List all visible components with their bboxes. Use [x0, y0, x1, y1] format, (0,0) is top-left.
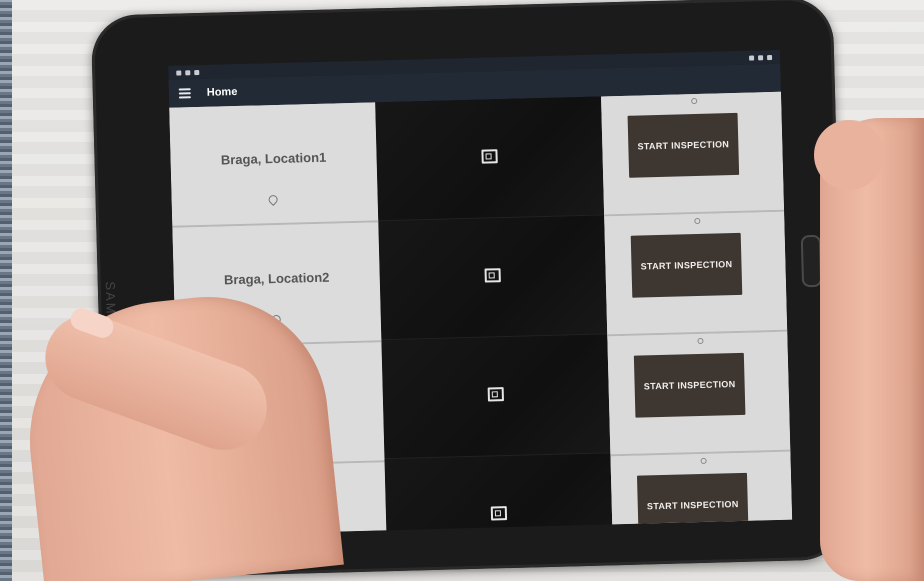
location-card[interactable]: Braga, Location1 — [169, 102, 379, 228]
image-placeholder[interactable] — [381, 334, 611, 460]
start-inspection-button[interactable]: START INSPECTION — [630, 232, 743, 298]
image-column — [375, 96, 614, 536]
right-finger — [814, 120, 884, 190]
notification-icon — [176, 69, 182, 76]
image-placeholder[interactable] — [378, 215, 608, 341]
image-icon — [487, 387, 504, 402]
start-inspection-button[interactable]: START INSPECTION — [633, 352, 746, 418]
location-pin-icon — [266, 193, 279, 206]
image-icon — [490, 506, 508, 521]
play-icon — [194, 69, 200, 75]
page-title: Home — [206, 85, 238, 99]
start-inspection-button[interactable]: START INSPECTION — [627, 112, 740, 178]
blurred-left-edge — [0, 0, 12, 581]
inspection-column: START INSPECTION START INSPECTION START … — [601, 91, 793, 536]
hamburger-menu-icon[interactable] — [178, 88, 191, 99]
info-dot-icon — [694, 217, 701, 225]
inspection-card: START INSPECTION — [601, 91, 785, 217]
location-title: Braga, Location1 — [220, 149, 327, 168]
status-left-icons — [176, 69, 200, 76]
info-dot-icon — [700, 457, 707, 464]
inspection-card: START INSPECTION — [607, 331, 791, 457]
inspection-card: START INSPECTION — [610, 451, 793, 536]
image-icon — [484, 268, 501, 283]
image-icon — [481, 149, 498, 164]
location-meta — [172, 192, 378, 206]
photo-scene: SAMSUNG Home — [0, 0, 924, 581]
image-placeholder[interactable] — [384, 453, 614, 536]
battery-icon — [767, 54, 773, 60]
start-inspection-button[interactable]: START INSPECTION — [636, 472, 749, 536]
info-dot-icon — [697, 337, 704, 345]
signal-icon — [758, 54, 764, 60]
home-button[interactable] — [800, 234, 823, 288]
image-placeholder[interactable] — [375, 96, 605, 222]
inspection-card: START INSPECTION — [604, 211, 788, 337]
wifi-icon — [749, 54, 755, 61]
image-icon — [185, 69, 191, 75]
location-title: Braga, Location2 — [223, 269, 330, 288]
info-dot-icon — [691, 97, 698, 105]
status-right-icons — [749, 54, 773, 61]
